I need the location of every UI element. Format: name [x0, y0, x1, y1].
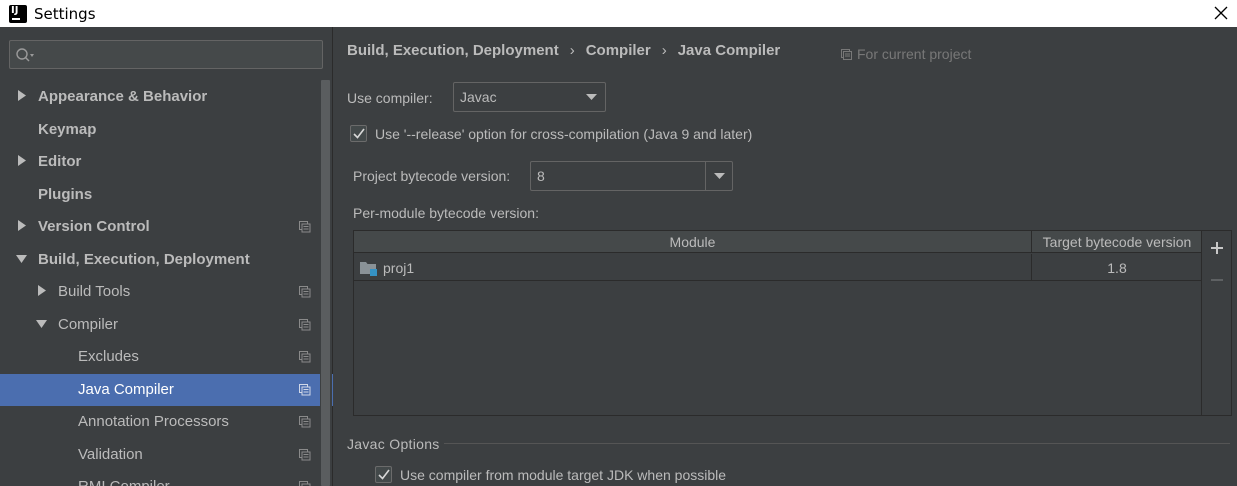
project-bytecode-combo[interactable]: 8 [530, 161, 733, 191]
sidebar-item[interactable]: Editor [0, 146, 333, 178]
sidebar-item[interactable]: Appearance & Behavior [0, 81, 333, 113]
breadcrumb-item[interactable]: Compiler [586, 42, 651, 59]
add-module-button[interactable] [1208, 239, 1226, 257]
use-module-jdk-label[interactable]: Use compiler from module target JDK when… [400, 467, 726, 483]
settings-content: Build, Execution, Deployment › Compiler … [334, 27, 1237, 486]
table-toolbar [1202, 230, 1232, 416]
use-compiler-value: Javac [460, 89, 497, 105]
sidebar-item[interactable]: Annotation Processors [0, 406, 333, 438]
dropdown-arrow [578, 83, 605, 111]
sidebar-item[interactable]: Version Control [0, 211, 333, 243]
module-name: proj1 [383, 259, 415, 276]
project-scope-icon [299, 448, 311, 460]
use-module-jdk-checkbox[interactable] [375, 466, 392, 483]
chevron-down-icon [713, 172, 725, 179]
sidebar-item-label: Validation [78, 445, 143, 463]
project-scope-icon [299, 416, 311, 428]
breadcrumb-item[interactable]: Build, Execution, Deployment [347, 42, 559, 59]
project-bytecode-label: Project bytecode version: [353, 168, 511, 184]
expanded-arrow-icon[interactable] [36, 318, 48, 330]
project-scope-icon [299, 351, 311, 363]
breadcrumb: Build, Execution, Deployment › Compiler … [347, 42, 780, 59]
module-cell[interactable]: proj1 [354, 254, 1032, 281]
plus-icon [1211, 242, 1223, 254]
expanded-arrow-icon[interactable] [16, 253, 28, 265]
sidebar-item-label: Annotation Processors [78, 413, 229, 430]
per-module-table: Module Target bytecode version proj1 1.8 [353, 230, 1202, 416]
for-current-project-note: For current project [841, 46, 971, 62]
target-version-cell[interactable]: 1.8 [1033, 254, 1201, 281]
release-option-checkbox[interactable] [350, 125, 367, 142]
sidebar-item-label: Compiler [58, 315, 119, 333]
sidebar-item-label: Editor [38, 153, 82, 170]
project-scope-icon [299, 318, 311, 330]
table-row[interactable]: proj1 1.8 [354, 254, 1201, 281]
release-option-label[interactable]: Use '--release' option for cross-compila… [375, 126, 752, 142]
checkmark-icon [377, 469, 390, 480]
sidebar-item[interactable]: Excludes [0, 341, 333, 373]
intellij-app-icon: IJ [9, 4, 27, 23]
minus-icon [1211, 279, 1223, 281]
table-header: Module Target bytecode version [354, 231, 1201, 253]
search-icon [16, 48, 34, 62]
collapsed-arrow-icon[interactable] [16, 90, 28, 102]
project-bytecode-value: 8 [537, 168, 545, 184]
checkmark-icon [352, 128, 365, 139]
breadcrumb-separator: › [661, 42, 667, 59]
dropdown-arrow[interactable] [705, 162, 732, 190]
use-compiler-label: Use compiler: [347, 90, 433, 106]
collapsed-arrow-icon[interactable] [16, 220, 28, 232]
sidebar-item-label: Excludes [78, 348, 139, 365]
for-current-project-label: For current project [857, 46, 972, 62]
settings-sidebar: Appearance & Behavior Keymap Editor Plugins… [0, 27, 333, 486]
column-header-module[interactable]: Module [354, 231, 1032, 253]
title-bar: IJ Settings [0, 0, 1237, 27]
project-scope-icon [299, 221, 311, 233]
sidebar-item[interactable]: Java Compiler [0, 373, 333, 406]
collapsed-arrow-icon[interactable] [16, 155, 28, 167]
settings-search-input[interactable] [9, 40, 323, 69]
close-icon [1214, 6, 1228, 20]
collapsed-arrow-icon[interactable] [36, 285, 48, 297]
sidebar-item-label: Keymap [38, 120, 97, 138]
module-folder-icon [360, 261, 377, 276]
sidebar-item-label: Plugins [38, 185, 93, 203]
breadcrumb-separator: › [569, 42, 575, 59]
chevron-down-icon [586, 93, 597, 100]
sidebar-item-label: RMI Compiler [78, 478, 170, 486]
use-compiler-dropdown[interactable]: Javac [453, 82, 606, 112]
sidebar-item-label: Java Compiler [78, 380, 174, 398]
project-scope-icon [299, 481, 311, 486]
sidebar-item[interactable]: Compiler [0, 309, 333, 341]
sidebar-scrollbar[interactable] [320, 80, 332, 486]
sidebar-item[interactable]: Build Tools [0, 276, 333, 308]
section-divider [444, 443, 1230, 444]
scrollbar-thumb[interactable] [321, 80, 330, 486]
project-scope-icon [299, 286, 311, 298]
per-module-label: Per-module bytecode version: [353, 205, 539, 221]
column-header-target[interactable]: Target bytecode version [1033, 231, 1201, 253]
breadcrumb-item: Java Compiler [677, 42, 781, 59]
sidebar-item[interactable]: RMI Compiler [0, 471, 333, 486]
project-scope-icon [299, 383, 311, 395]
sidebar-item-label: Version Control [38, 218, 150, 235]
close-button[interactable] [1209, 2, 1233, 24]
sidebar-item[interactable]: Build, Execution, Deployment [0, 244, 333, 276]
remove-module-button[interactable] [1208, 271, 1226, 289]
sidebar-item[interactable]: Plugins [0, 179, 333, 211]
sidebar-item-label: Build Tools [58, 283, 131, 300]
sidebar-item-label: Appearance & Behavior [38, 88, 208, 105]
window-title: Settings [34, 4, 96, 23]
javac-options-title: Javac Options [347, 436, 440, 452]
sidebar-item[interactable]: Keymap [0, 114, 333, 146]
project-scope-icon [841, 48, 852, 60]
sidebar-item[interactable]: Validation [0, 439, 333, 471]
sidebar-item-label: Build, Execution, Deployment [38, 250, 250, 268]
